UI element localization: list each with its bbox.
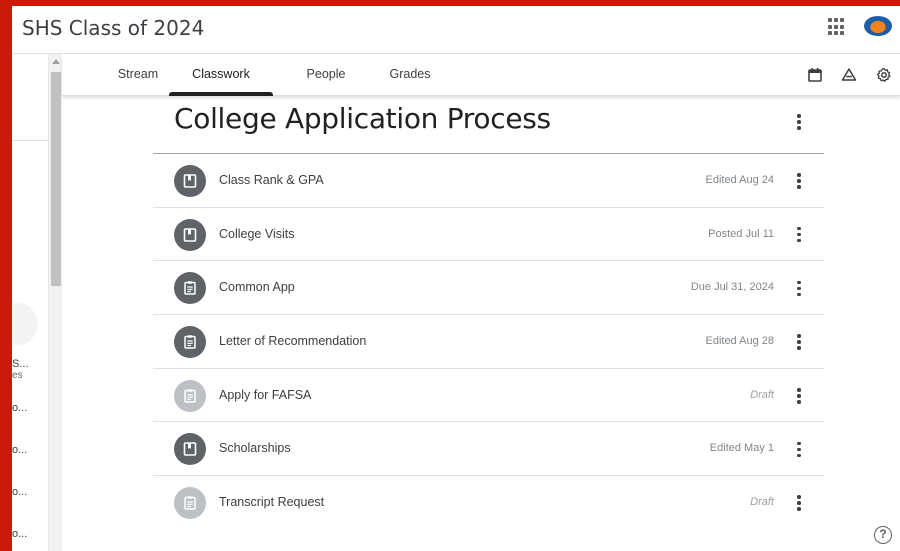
item-title: College Visits [219,226,295,241]
list-item[interactable]: Scholarships Edited May 1 [153,422,824,477]
tab-bar: Stream Classwork People Grades [62,54,900,96]
item-title: Class Rank & GPA [219,173,324,187]
item-status: Edited Aug 28 [705,335,774,348]
more-options-icon[interactable] [789,386,809,406]
material-icon [174,165,206,197]
left-rail: S... es o... o... o... o... [12,54,48,551]
topic-title: College Application Process [174,102,551,135]
tab-people[interactable]: People [286,54,366,96]
item-status: Posted Jul 11 [708,227,774,240]
help-icon[interactable]: ? [874,526,892,544]
calendar-icon[interactable] [807,67,823,83]
item-status: Edited Aug 24 [705,174,774,186]
apps-grid-icon[interactable] [828,18,846,36]
rail-item[interactable]: o... [12,528,27,540]
class-title[interactable]: SHS Class of 2024 [22,16,204,40]
item-title: Letter of Recommendation [219,334,367,349]
rail-item[interactable]: o... [12,444,27,456]
topic-more-options-icon[interactable] [789,112,809,132]
rail-item[interactable]: o... [12,402,27,414]
material-icon [174,433,206,466]
more-options-icon[interactable] [789,278,809,298]
material-icon [174,218,206,251]
scroll-up-arrow-icon[interactable] [52,59,60,64]
rail-circle-button[interactable] [12,303,38,345]
list-item[interactable]: Apply for FAFSA Draft [153,369,824,423]
top-bar: SHS Class of 2024 [12,6,900,54]
more-options-icon[interactable] [789,493,809,513]
rail-divider [12,140,48,141]
list-item[interactable]: Class Rank & GPA Edited Aug 24 [153,154,824,208]
rail-item[interactable]: o... [12,486,27,498]
more-options-icon[interactable] [789,332,809,352]
rail-item[interactable]: S... es [12,358,29,381]
list-item[interactable]: Common App Due Jul 31, 2024 [153,261,824,316]
item-title: Apply for FAFSA [219,387,312,402]
assignment-icon [174,272,206,305]
more-options-icon[interactable] [789,225,809,245]
item-title: Scholarships [219,441,291,456]
tab-stream[interactable]: Stream [98,54,178,96]
avatar[interactable] [864,16,892,36]
classwork-list: Class Rank & GPA Edited Aug 24 College V… [153,154,824,530]
item-status: Draft [750,496,774,509]
list-item[interactable]: College Visits Posted Jul 11 [153,208,824,262]
item-status: Due Jul 31, 2024 [690,281,774,294]
scroll-thumb[interactable] [51,72,61,286]
assignment-icon [174,326,206,359]
rail-item-label: S... [12,358,29,370]
drive-icon[interactable] [841,67,857,83]
more-options-icon[interactable] [789,439,809,459]
tab-classwork[interactable]: Classwork [181,54,261,96]
item-status: Draft [750,388,774,401]
list-item[interactable]: Transcript Request Draft [153,476,824,530]
assignment-icon [174,487,206,520]
more-options-icon[interactable] [789,171,809,191]
item-status: Edited May 1 [709,442,774,455]
item-title: Common App [219,280,295,295]
active-tab-indicator [169,92,273,96]
item-title: Transcript Request [219,495,325,510]
rail-item-sub: es [12,370,23,381]
list-item[interactable]: Letter of Recommendation Edited Aug 28 [153,315,824,369]
scrollbar[interactable] [48,54,62,551]
classroom-window: SHS Class of 2024 S... es o... o... o...… [12,6,900,551]
assignment-icon [174,379,206,412]
tab-grades[interactable]: Grades [370,54,450,96]
gear-icon[interactable] [876,67,892,83]
